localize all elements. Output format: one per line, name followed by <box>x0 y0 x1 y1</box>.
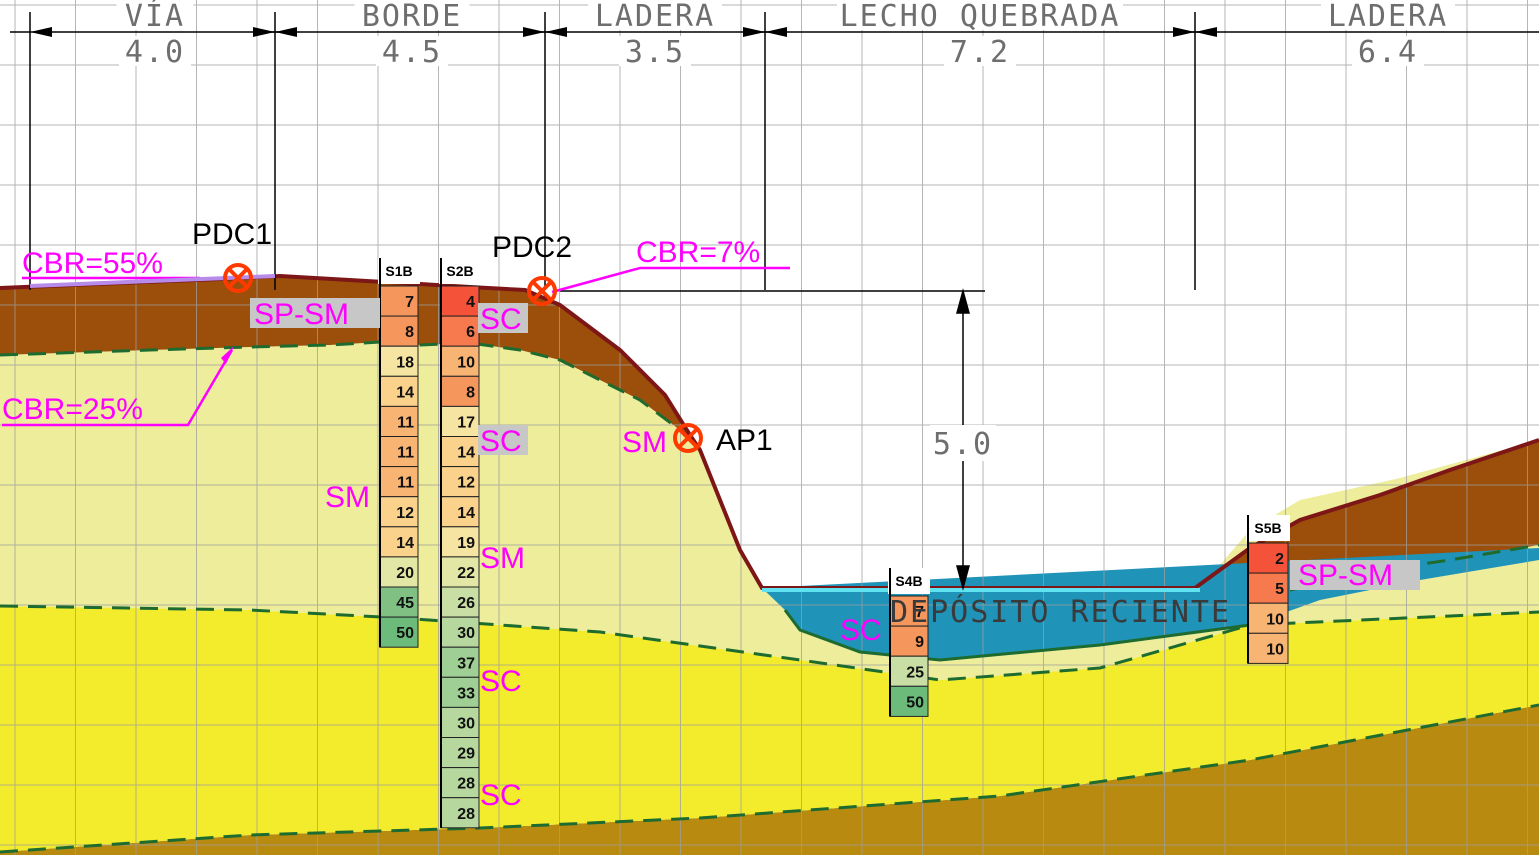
zone-width: 4.5 <box>382 35 442 70</box>
label-sm-ap1: SM <box>622 426 667 459</box>
spt-value: 10 <box>1266 641 1284 658</box>
spt-value: 6 <box>466 324 475 341</box>
spt-value: 11 <box>397 445 414 462</box>
zone-name: LADERA <box>595 0 715 34</box>
label-sc-s2b-mid: SC <box>480 425 522 458</box>
spt-value: 14 <box>396 384 414 401</box>
height-dim-arrow-top <box>956 288 970 314</box>
spt-value: 26 <box>457 595 475 612</box>
zone-width: 7.2 <box>950 35 1010 70</box>
spt-value: 4 <box>466 294 475 311</box>
cbr-55-label: CBR=55% <box>22 247 163 280</box>
cbr7-leader <box>551 266 790 294</box>
geotechnical-cross-section: VÍA4.0BORDE4.5LADERA3.5LECHO QUEBRADA7.2… <box>0 0 1539 855</box>
spt-value: 19 <box>457 535 475 552</box>
ap1-label: AP1 <box>716 424 773 457</box>
spt-value: 25 <box>906 664 924 681</box>
spt-value: 14 <box>396 535 414 552</box>
spt-value: 5 <box>1275 581 1284 598</box>
spt-value: 11 <box>397 475 414 492</box>
borehole-s5b: S5B 2 5 10 10 <box>1246 515 1290 664</box>
spt-value: 29 <box>457 746 475 763</box>
borehole-s4b: S4B792550 <box>888 568 930 717</box>
spt-value: 28 <box>457 806 475 823</box>
spt-value: 11 <box>397 414 414 431</box>
borehole-title: S4B <box>895 573 922 589</box>
label-spsm-left: SP-SM <box>254 298 349 331</box>
cbr-7-label: CBR=7% <box>636 236 760 269</box>
spt-value: 30 <box>457 715 475 732</box>
label-sm-s2b: SM <box>480 542 525 575</box>
spt-value: 12 <box>396 505 414 522</box>
zone-name: LADERA <box>1328 0 1448 34</box>
spt-value: 8 <box>405 324 414 341</box>
zone-dim-arrow <box>30 27 52 37</box>
label-spsm-right: SP-SM <box>1298 559 1393 592</box>
spt-value: 9 <box>915 634 924 651</box>
spt-value: 7 <box>405 294 414 311</box>
borehole-s1b: S1B 7 8 18 14 11 11 11 12 14 20 45 50 <box>378 258 420 648</box>
spt-value: 12 <box>457 475 475 492</box>
spt-value: 45 <box>396 595 414 612</box>
pdc2-label: PDC2 <box>492 231 572 264</box>
pdc1-label: PDC1 <box>192 218 272 251</box>
spt-value: 22 <box>457 565 475 582</box>
spt-value: 2 <box>1275 551 1284 568</box>
borehole-title: S1B <box>385 263 412 279</box>
zone-width: 3.5 <box>625 35 685 70</box>
spt-value: 50 <box>906 694 924 711</box>
spt-value: 28 <box>457 776 475 793</box>
spt-value: 20 <box>396 565 414 582</box>
zone-name: VÍA <box>125 0 185 34</box>
zone-name: LECHO QUEBRADA <box>840 0 1121 34</box>
spt-value: 8 <box>466 384 475 401</box>
height-dim-value: 5.0 <box>933 427 993 462</box>
cbr-25-label: CBR=25% <box>2 393 143 426</box>
zone-name: BORDE <box>362 0 462 34</box>
spt-value: 17 <box>457 414 475 431</box>
zone-dim-arrow <box>275 27 297 37</box>
spt-value: 10 <box>1266 611 1284 628</box>
borehole-s2b: S2B 4 6 10 8 17 14 12 14 19 22 26 30 37 33 30 29 28 28 <box>439 258 481 829</box>
deposit-label: DEPÓSITO RECIENTE <box>890 593 1231 630</box>
borehole-title: S2B <box>446 263 473 279</box>
spt-value: 10 <box>457 354 475 371</box>
label-sc-s2b-top: SC <box>480 303 522 336</box>
zone-dim-arrow <box>1195 27 1217 37</box>
zone-dim-arrow <box>765 27 787 37</box>
label-sc-s2b-low: SC <box>480 665 522 698</box>
spt-value: 18 <box>396 354 414 371</box>
spt-value: 50 <box>396 625 414 642</box>
spt-value: 30 <box>457 625 475 642</box>
label-sc-s4b: SC <box>840 614 882 647</box>
spt-value: 33 <box>457 685 475 702</box>
zone-dim-arrow <box>545 27 567 37</box>
spt-value: 14 <box>457 505 475 522</box>
spt-value: 37 <box>457 655 475 672</box>
borehole-title: S5B <box>1254 520 1281 536</box>
zone-width: 6.4 <box>1358 35 1418 70</box>
label-sm-left: SM <box>325 481 370 514</box>
spt-value: 14 <box>457 445 475 462</box>
zone-width: 4.0 <box>125 35 185 70</box>
label-sc-s2b-bottom: SC <box>480 779 522 812</box>
